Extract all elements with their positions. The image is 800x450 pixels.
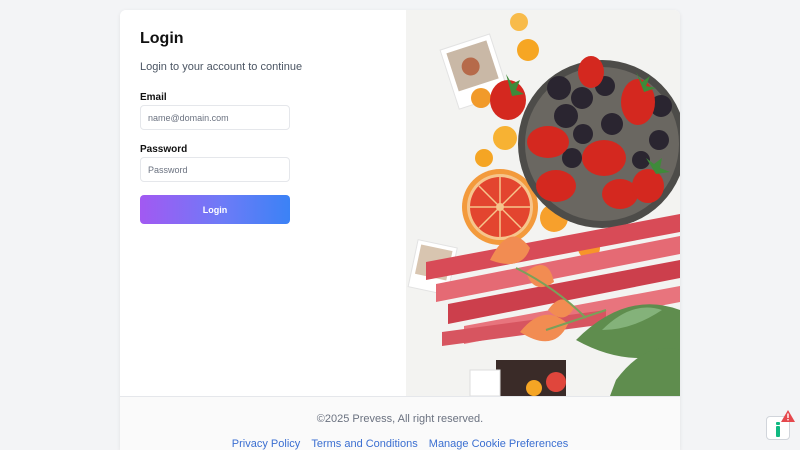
fruit-photo-illustration	[406, 10, 680, 396]
login-button[interactable]: Login	[140, 195, 290, 224]
password-input[interactable]	[140, 157, 290, 182]
footer-links: Privacy Policy Terms and Conditions Mana…	[120, 438, 680, 450]
terms-and-conditions-link[interactable]: Terms and Conditions	[311, 438, 417, 450]
warning-icon	[781, 410, 795, 422]
hero-image	[406, 10, 680, 396]
email-input[interactable]	[140, 105, 290, 130]
privacy-policy-link[interactable]: Privacy Policy	[232, 438, 300, 450]
copyright-text: ©2025 Prevess, All right reserved.	[316, 413, 484, 425]
password-label: Password	[140, 144, 188, 155]
login-card: Login Login to your account to continue …	[120, 10, 680, 450]
footer: ©2025 Prevess, All right reserved. Priva…	[120, 396, 680, 450]
login-form-panel: Login Login to your account to continue …	[120, 10, 406, 396]
page-title: Login	[140, 30, 184, 47]
page-subtitle: Login to your account to continue	[140, 61, 303, 73]
manage-cookie-preferences-link[interactable]: Manage Cookie Preferences	[429, 438, 568, 450]
email-label: Email	[140, 92, 167, 103]
